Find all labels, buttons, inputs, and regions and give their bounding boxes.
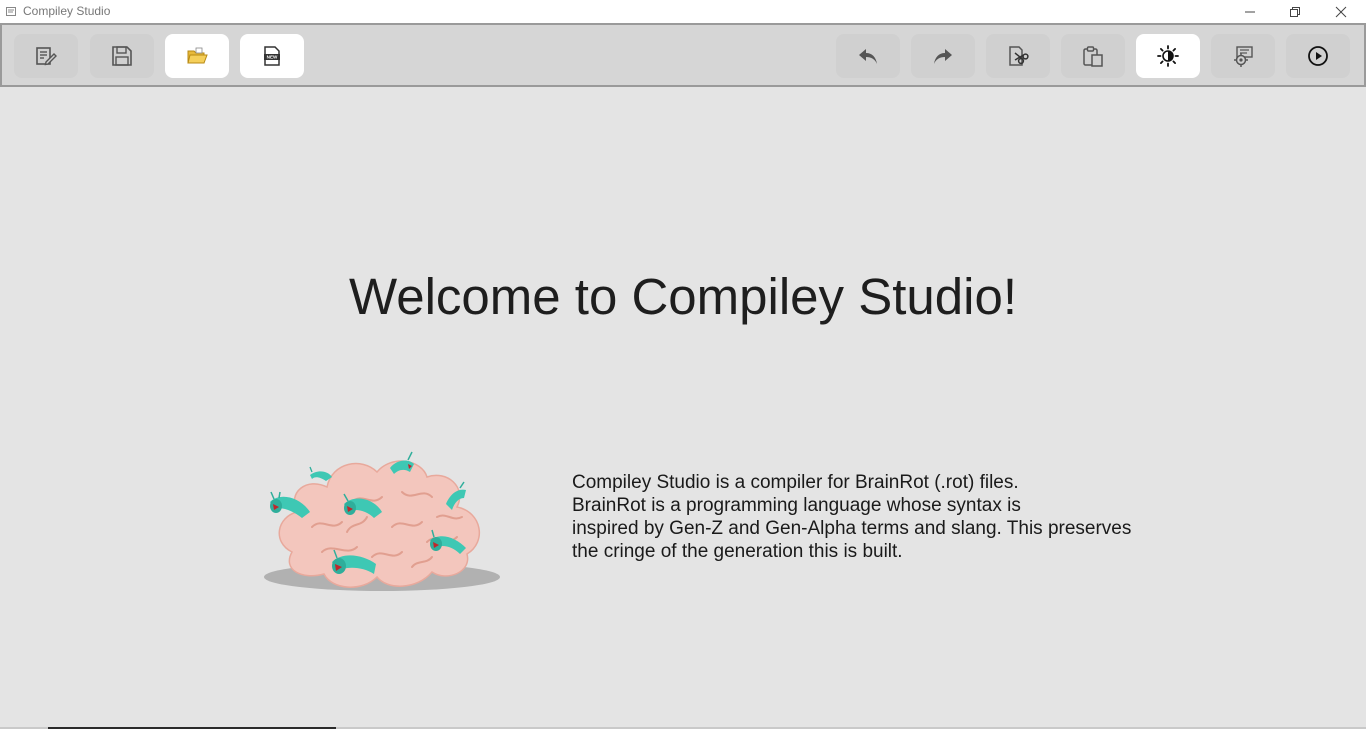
minimize-button[interactable] bbox=[1227, 0, 1273, 23]
paste-icon bbox=[1083, 46, 1103, 67]
restore-icon bbox=[1290, 6, 1300, 17]
compile-button[interactable] bbox=[1211, 34, 1275, 78]
toolbar: NEW bbox=[0, 23, 1366, 87]
cut-button[interactable] bbox=[986, 34, 1050, 78]
run-icon bbox=[1308, 46, 1328, 66]
redo-button[interactable] bbox=[911, 34, 975, 78]
new-badge-text: NEW bbox=[267, 55, 278, 60]
edit-button[interactable] bbox=[14, 34, 78, 78]
title-bar: Compiley Studio bbox=[0, 0, 1366, 23]
description-line: inspired by Gen-Z and Gen-Alpha terms an… bbox=[572, 518, 1132, 539]
restore-button[interactable] bbox=[1272, 0, 1318, 23]
window-title: Compiley Studio bbox=[23, 4, 111, 18]
save-icon bbox=[112, 46, 132, 66]
paste-button[interactable] bbox=[1061, 34, 1125, 78]
open-folder-icon bbox=[187, 47, 208, 64]
theme-toggle-button[interactable] bbox=[1136, 34, 1200, 78]
welcome-heading: Welcome to Compiley Studio! bbox=[348, 268, 1017, 325]
edit-document-icon bbox=[36, 47, 57, 66]
cut-icon bbox=[1009, 46, 1029, 66]
redo-icon bbox=[934, 49, 952, 64]
undo-button[interactable] bbox=[836, 34, 900, 78]
description-line: the cringe of the generation this is bui… bbox=[572, 541, 903, 562]
description-line: BrainRot is a programming language whose… bbox=[572, 495, 1021, 516]
undo-icon bbox=[859, 49, 877, 64]
run-button[interactable] bbox=[1286, 34, 1350, 78]
compile-icon bbox=[1234, 46, 1253, 67]
save-button[interactable] bbox=[90, 34, 154, 78]
new-file-button[interactable]: NEW bbox=[240, 34, 304, 78]
theme-toggle-icon bbox=[1157, 45, 1179, 67]
welcome-panel: Welcome to Compiley Studio! Compiley Stu… bbox=[0, 87, 1366, 727]
close-button[interactable] bbox=[1318, 0, 1364, 23]
open-file-button[interactable] bbox=[165, 34, 229, 78]
close-icon bbox=[1335, 6, 1347, 17]
app-icon bbox=[6, 7, 16, 16]
brain-worms-illustration bbox=[264, 451, 500, 591]
new-file-icon: NEW bbox=[264, 46, 280, 66]
description-line: Compiley Studio is a compiler for BrainR… bbox=[572, 472, 1019, 493]
description: Compiley Studio is a compiler for BrainR… bbox=[572, 471, 1192, 563]
minimize-icon bbox=[1245, 11, 1255, 12]
